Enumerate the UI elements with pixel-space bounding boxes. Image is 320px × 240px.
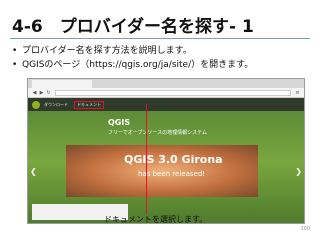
callout-line — [146, 104, 147, 214]
browser-tab-bar — [28, 79, 304, 88]
title-divider — [10, 38, 310, 39]
slide-title: 4-6 プロバイダー名を探す- 1 — [12, 17, 254, 37]
hero-tagline: フリーでオープンソースの地理情報システム — [108, 130, 208, 136]
carousel-prev-icon[interactable]: ❮ — [30, 167, 37, 176]
nav-item-download[interactable]: ダウンロード — [44, 102, 68, 108]
release-banner[interactable]: QGIS 3.0 Girona has been released! — [66, 145, 258, 197]
nav-item-documentation[interactable]: ドキュメント — [74, 100, 104, 109]
release-subtitle: has been released! — [138, 170, 206, 178]
callout-text: ドキュメントを選択します。 — [104, 215, 208, 224]
bullet-text: プロバイダー名を探す方法を説明します。 — [22, 46, 192, 56]
qgis-nav-bar: ダウンロード ドキュメント — [28, 98, 304, 111]
bullet-text: QGISのページ（https://qgis.org/ja/site/）を開きます… — [22, 60, 254, 70]
qgis-logo-icon[interactable] — [32, 100, 40, 109]
browser-screenshot: ◀ ▶ ↻ ≡ ダウンロード ドキュメント QGIS フリーでオープンソースの地… — [27, 78, 305, 224]
bullet-dot-icon: • — [12, 46, 18, 56]
release-title: QGIS 3.0 Girona — [124, 153, 223, 166]
bullet-list: • プロバイダー名を探す方法を説明します。 • QGISのページ（https:/… — [12, 44, 312, 72]
bullet-item: • QGISのページ（https://qgis.org/ja/site/）を開き… — [12, 58, 312, 72]
menu-icon[interactable]: ≡ — [294, 88, 301, 98]
reload-icon[interactable]: ↻ — [45, 88, 52, 98]
page-number: 100 — [300, 226, 310, 232]
url-field[interactable] — [55, 89, 291, 96]
browser-address-bar: ◀ ▶ ↻ ≡ — [28, 88, 304, 98]
carousel-next-icon[interactable]: ❯ — [295, 167, 302, 176]
forward-icon[interactable]: ▶ — [38, 88, 45, 98]
qgis-hero: QGIS フリーでオープンソースの地理情報システム QGIS 3.0 Giron… — [28, 111, 304, 223]
back-icon[interactable]: ◀ — [31, 88, 38, 98]
hero-heading: QGIS — [108, 118, 131, 127]
bullet-dot-icon: • — [12, 60, 18, 70]
bullet-item: • プロバイダー名を探す方法を説明します。 — [12, 44, 312, 58]
